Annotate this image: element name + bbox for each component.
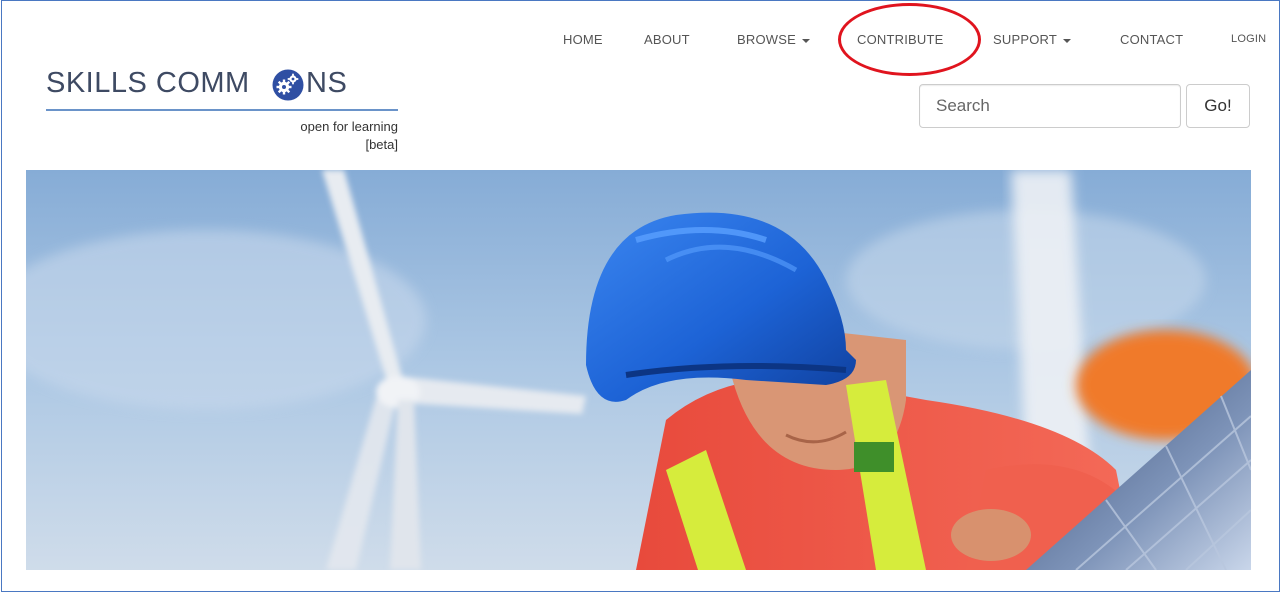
chevron-down-icon bbox=[1063, 38, 1072, 43]
nav-support[interactable]: SUPPORT bbox=[993, 32, 1072, 47]
chevron-down-icon bbox=[801, 38, 810, 43]
nav-browse[interactable]: BROWSE bbox=[737, 32, 810, 47]
logo-tagline: open for learning bbox=[300, 119, 398, 134]
logo-tagline-block: open for learning [beta] bbox=[300, 118, 398, 154]
nav-login[interactable]: LOGIN bbox=[1231, 33, 1266, 45]
hero-banner-image bbox=[26, 170, 1251, 570]
hero-illustration bbox=[26, 170, 1251, 570]
logo-wordmark-left: SKILLS COMM bbox=[46, 67, 250, 99]
logo-underline bbox=[46, 109, 398, 111]
gears-icon bbox=[272, 69, 304, 101]
search-input[interactable] bbox=[919, 84, 1181, 128]
nav-contact[interactable]: CONTACT bbox=[1120, 32, 1183, 47]
search-go-button[interactable]: Go! bbox=[1186, 84, 1250, 128]
nav-contribute[interactable]: CONTRIBUTE bbox=[857, 32, 944, 47]
page-frame: HOME ABOUT BROWSE CONTRIBUTE SUPPORT CON… bbox=[1, 0, 1280, 592]
nav-about[interactable]: ABOUT bbox=[644, 32, 690, 47]
nav-browse-label: BROWSE bbox=[737, 32, 796, 47]
nav-support-label: SUPPORT bbox=[993, 32, 1058, 47]
beta-badge: [beta] bbox=[365, 137, 398, 152]
site-logo[interactable]: SKILLS COMM NS open for learning [beta] bbox=[46, 67, 406, 167]
nav-home[interactable]: HOME bbox=[563, 32, 603, 47]
logo-wordmark-right: NS bbox=[306, 67, 348, 99]
